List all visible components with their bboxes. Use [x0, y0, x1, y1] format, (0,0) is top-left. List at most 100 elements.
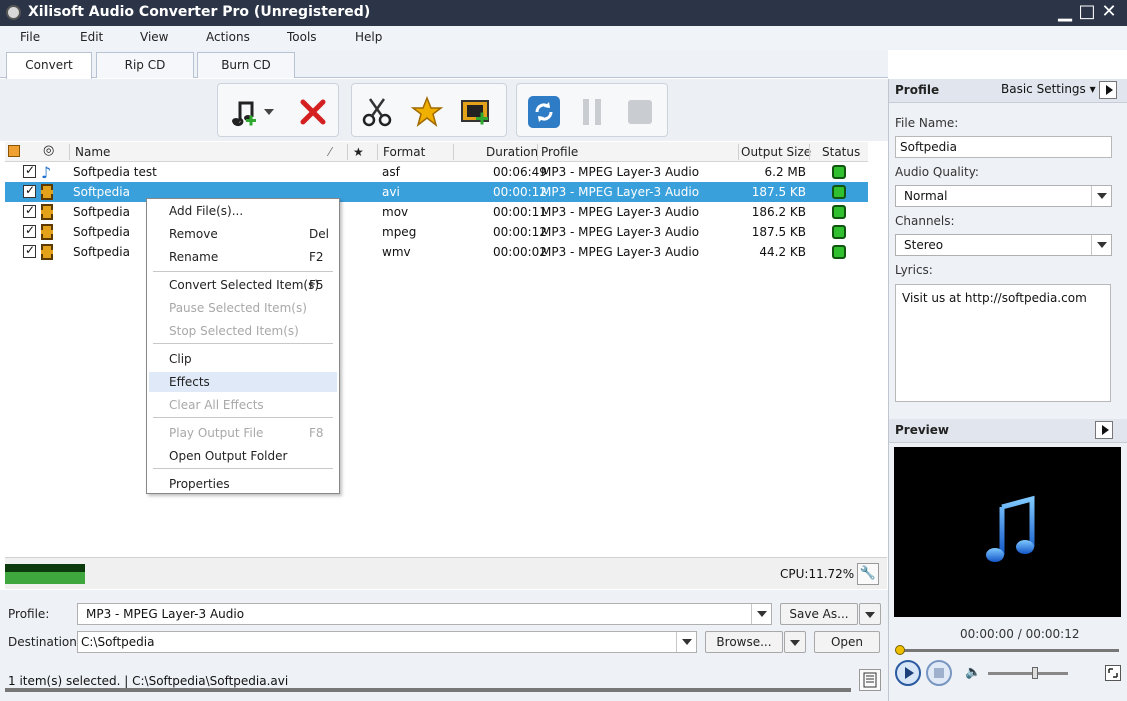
- log-icon[interactable]: [859, 669, 881, 691]
- menu-bar: File Edit View Actions Tools Help: [0, 26, 1127, 50]
- audio-quality-select[interactable]: Normal: [895, 185, 1112, 207]
- volume-slider[interactable]: [988, 667, 1068, 679]
- menu-help[interactable]: Help: [355, 30, 382, 44]
- scissors-icon[interactable]: [360, 95, 394, 129]
- seek-bar[interactable]: [895, 645, 1119, 655]
- tab-convert[interactable]: Convert: [6, 52, 92, 79]
- chevron-down-icon[interactable]: [751, 604, 771, 624]
- remove-x-icon[interactable]: [296, 95, 330, 129]
- table-row[interactable]: Softpedia mov 00:00:11 MP3 - MPEG Layer-…: [5, 202, 868, 222]
- menu-item-clear-effects: Clear All Effects: [149, 395, 337, 415]
- row-profile: MP3 - MPEG Layer-3 Audio: [541, 245, 700, 259]
- add-music-icon[interactable]: [226, 95, 260, 129]
- row-format: asf: [382, 165, 400, 179]
- column-star[interactable]: ★: [353, 145, 364, 159]
- file-list-header: ◎ Name ⁄ ★ Format Duration Profile Outpu…: [5, 142, 868, 162]
- menu-item-label: Rename: [169, 250, 219, 264]
- channels-select[interactable]: Stereo: [895, 234, 1112, 256]
- pause-icon[interactable]: [575, 95, 609, 129]
- convert-refresh-icon[interactable]: [527, 95, 561, 129]
- minimize-button[interactable]: ▁: [1055, 2, 1075, 22]
- table-row[interactable]: Softpedia wmv 00:00:02 MP3 - MPEG Layer-…: [5, 242, 868, 262]
- menu-separator: [153, 271, 333, 272]
- menu-file[interactable]: File: [20, 30, 40, 44]
- table-row[interactable]: Softpedia mpeg 00:00:12 MP3 - MPEG Layer…: [5, 222, 868, 242]
- status-ok-icon: [832, 165, 846, 179]
- menu-item-remove[interactable]: Remove Del: [149, 224, 337, 244]
- chevron-down-icon[interactable]: [1091, 186, 1111, 206]
- play-button[interactable]: [895, 660, 921, 686]
- toolbar-group-edit: [351, 83, 507, 137]
- close-button[interactable]: ✕: [1099, 2, 1119, 22]
- effects-star-icon[interactable]: [410, 95, 444, 129]
- tab-rip-cd[interactable]: Rip CD: [96, 52, 194, 78]
- profile-value: MP3 - MPEG Layer-3 Audio: [86, 607, 245, 621]
- add-video-icon[interactable]: [458, 95, 492, 129]
- column-format[interactable]: Format: [383, 145, 425, 159]
- maximize-button[interactable]: □: [1077, 2, 1097, 22]
- dropdown-arrow-icon[interactable]: [262, 95, 276, 129]
- menu-item-open-output-folder[interactable]: Open Output Folder: [149, 446, 337, 466]
- audio-quality-value: Normal: [904, 189, 948, 203]
- browse-button[interactable]: Browse...: [705, 631, 783, 653]
- menu-edit[interactable]: Edit: [80, 30, 103, 44]
- select-all-checkbox[interactable]: [8, 145, 20, 157]
- menu-item-shortcut: F8: [309, 426, 324, 440]
- menu-actions[interactable]: Actions: [206, 30, 250, 44]
- save-as-button[interactable]: Save As...: [780, 603, 858, 625]
- audio-note-icon: ♪: [41, 163, 52, 182]
- row-checkbox[interactable]: [23, 203, 36, 218]
- destination-label: Destination:: [8, 635, 81, 649]
- menu-tools[interactable]: Tools: [287, 30, 317, 44]
- file-name-input[interactable]: Softpedia: [895, 136, 1112, 158]
- wrench-icon[interactable]: 🔧: [857, 563, 879, 585]
- menu-view[interactable]: View: [140, 30, 168, 44]
- lyrics-label: Lyrics:: [895, 263, 933, 277]
- menu-item-clip[interactable]: Clip: [149, 349, 337, 369]
- menu-item-label: Add File(s)...: [169, 204, 244, 218]
- save-as-dropdown[interactable]: [859, 603, 881, 625]
- basic-settings-dropdown[interactable]: Basic Settings ▾: [1001, 82, 1096, 96]
- destination-select[interactable]: C:\Softpedia: [77, 631, 697, 653]
- column-status[interactable]: Status: [822, 145, 860, 159]
- chevron-down-icon[interactable]: [676, 632, 696, 652]
- fullscreen-icon[interactable]: [1105, 665, 1121, 681]
- row-format: mov: [382, 205, 409, 219]
- lyrics-textarea[interactable]: Visit us at http://softpedia.com: [895, 284, 1111, 402]
- status-ok-icon: [832, 205, 846, 219]
- table-row[interactable]: Softpedia avi 00:00:12 MP3 - MPEG Layer-…: [5, 182, 868, 202]
- menu-item-label: Stop Selected Item(s): [169, 324, 299, 338]
- menu-item-effects[interactable]: Effects: [149, 372, 337, 392]
- row-checkbox[interactable]: [23, 223, 36, 238]
- row-duration: 00:06:49: [493, 165, 547, 179]
- menu-item-label: Effects: [169, 375, 210, 389]
- menu-item-label: Remove: [169, 227, 218, 241]
- browse-dropdown[interactable]: [784, 631, 806, 653]
- chevron-down-icon[interactable]: [1091, 235, 1111, 255]
- column-profile[interactable]: Profile: [541, 145, 578, 159]
- table-row[interactable]: ♪ Softpedia test asf 00:06:49 MP3 - MPEG…: [5, 162, 868, 182]
- row-checkbox[interactable]: [23, 243, 36, 258]
- menu-item-rename[interactable]: Rename F2: [149, 247, 337, 267]
- seek-knob[interactable]: [895, 645, 905, 655]
- menu-item-convert-selected[interactable]: Convert Selected Item(s) F5: [149, 275, 337, 295]
- stop-button[interactable]: [926, 660, 952, 686]
- column-output-size[interactable]: Output Size: [741, 145, 811, 159]
- menu-item-add-files[interactable]: Add File(s)...: [149, 201, 337, 221]
- expand-icon[interactable]: [1095, 421, 1113, 439]
- profile-select[interactable]: MP3 - MPEG Layer-3 Audio: [77, 603, 772, 625]
- volume-icon[interactable]: 🔈: [965, 665, 981, 680]
- expand-icon[interactable]: [1099, 81, 1117, 99]
- column-duration[interactable]: Duration: [486, 145, 538, 159]
- preview-time: 00:00:00 / 00:00:12: [960, 627, 1080, 641]
- menu-item-properties[interactable]: Properties: [149, 474, 337, 494]
- volume-knob[interactable]: [1032, 667, 1039, 679]
- tab-burn-cd[interactable]: Burn CD: [197, 52, 295, 78]
- stop-icon[interactable]: [623, 95, 657, 129]
- row-checkbox[interactable]: [23, 183, 36, 198]
- row-checkbox[interactable]: [23, 163, 36, 178]
- lyrics-value: Visit us at http://softpedia.com: [902, 291, 1087, 305]
- open-button[interactable]: Open: [814, 631, 880, 653]
- column-name[interactable]: Name: [75, 145, 110, 159]
- menu-item-pause-selected: Pause Selected Item(s): [149, 298, 337, 318]
